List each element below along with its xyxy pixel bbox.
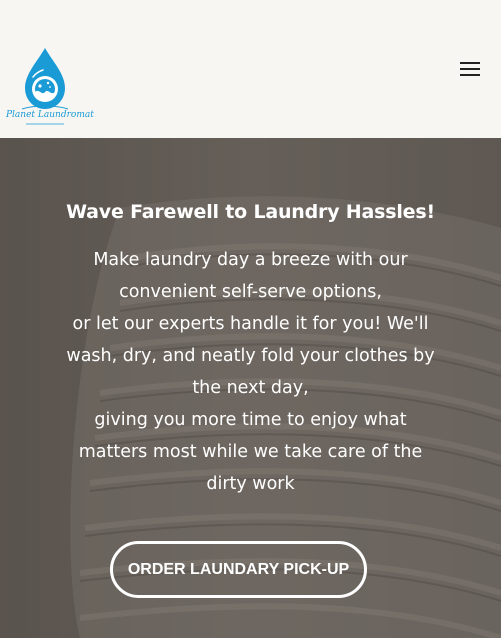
hero-section: Wave Farewell to Laundry Hassles! Make l… bbox=[0, 138, 501, 638]
hero-description: Make laundry day a breeze with our conve… bbox=[50, 244, 451, 500]
page: Planet Laundromat Wave Farewell to Laund… bbox=[0, 0, 501, 638]
hero-description-line: convenient self-serve options, bbox=[119, 282, 382, 302]
hero-title: Wave Farewell to Laundry Hassles! bbox=[66, 200, 435, 223]
hero-description-line: or let our experts handle it for you! We… bbox=[72, 314, 429, 334]
hero-description-line: Make laundry day a breeze with our bbox=[93, 250, 408, 270]
hero-description-line: giving you more time to enjoy what bbox=[94, 410, 407, 430]
hamburger-menu-button[interactable] bbox=[457, 58, 483, 80]
logo-wordmark: Planet Laundromat bbox=[6, 110, 94, 120]
menu-bar-middle bbox=[460, 68, 480, 70]
menu-bar-bottom bbox=[460, 74, 480, 76]
hero-description-line: the next day, bbox=[192, 378, 309, 398]
site-header: Planet Laundromat bbox=[0, 0, 501, 138]
hero-description-line: matters most while we take care of the bbox=[78, 442, 423, 462]
hero-description-line: dirty work bbox=[206, 474, 295, 494]
order-pickup-button[interactable]: ORDER LAUNDARY PICK-UP bbox=[110, 541, 367, 598]
menu-bar-top bbox=[460, 62, 480, 64]
hero-description-line: wash, dry, and neatly fold your clothes … bbox=[66, 346, 435, 366]
site-logo[interactable]: Planet Laundromat bbox=[6, 46, 94, 128]
